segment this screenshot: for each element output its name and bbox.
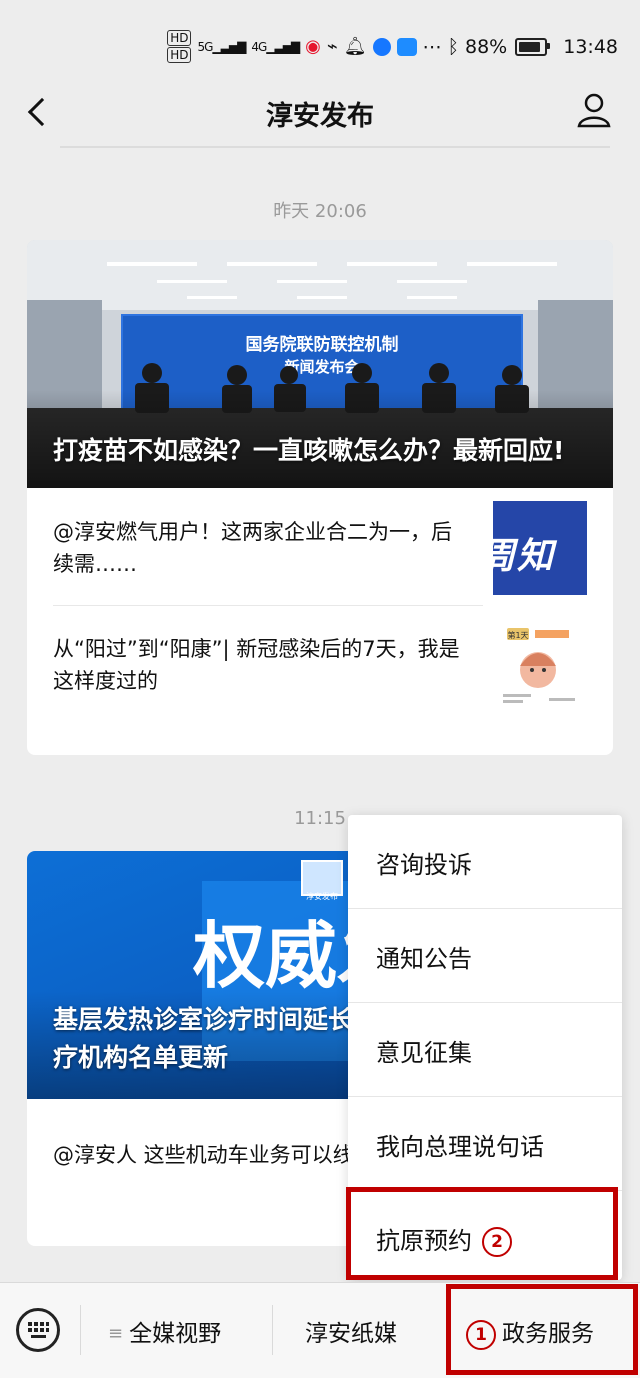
- status-bar: HD HD 5G▁▃▅▇ 4G▁▃▅▇ ◉ ⌁ 🔔︎ ⋯ ᛒ 88% 13:48: [0, 0, 640, 80]
- app-circle-icon: [372, 37, 391, 56]
- battery-percent: 88%: [465, 35, 508, 58]
- divider: [60, 146, 610, 148]
- highlight-box: [446, 1284, 638, 1375]
- banner-line1: 国务院联防联控机制: [246, 334, 399, 355]
- item-title: 从“阳过”到“阳康”| 新冠感染后的7天，我是这样度过的: [53, 637, 460, 693]
- divider: [80, 1305, 81, 1355]
- item-thumbnail: 周知: [493, 501, 587, 595]
- item-title: @淳安燃气用户！这两家企业合二为一，后续需……: [53, 520, 452, 576]
- nav-bar: 淳安发布: [0, 80, 640, 144]
- tab-all-media[interactable]: ≡ 全媒视野: [108, 1314, 221, 1348]
- weibo-icon: ◉: [305, 36, 321, 57]
- menu-item-message-premier[interactable]: 我向总理说句话: [348, 1097, 622, 1191]
- keyboard-icon[interactable]: [16, 1308, 60, 1352]
- list-item[interactable]: 从“阳过”到“阳康”| 新冠感染后的7天，我是这样度过的 第1天: [27, 605, 613, 722]
- more-icon: ⋯: [422, 35, 442, 58]
- link-icon: ⌁: [326, 36, 338, 57]
- divider: [53, 605, 483, 606]
- divider: [272, 1305, 273, 1355]
- hd-indicator: HD: [167, 30, 192, 46]
- highlight-box: [346, 1187, 618, 1280]
- app-square-icon: [396, 37, 417, 56]
- page-title: 淳安发布: [266, 101, 374, 132]
- battery-icon: [515, 37, 551, 56]
- menu-item-opinion-collection[interactable]: 意见征集: [348, 1003, 622, 1097]
- bell-icon: 🔔︎: [343, 36, 367, 57]
- menu-item-consult-complaint[interactable]: 咨询投诉: [348, 815, 622, 909]
- bluetooth-icon: ᛒ: [447, 35, 459, 58]
- item-thumbnail: 第1天: [493, 618, 587, 712]
- menu-lines-icon: ≡: [108, 1323, 124, 1344]
- hero-article[interactable]: 国务院联防联控机制 新闻发布会 打疫苗不如感染？一直咳嗽怎么办？最新回应!: [27, 240, 613, 488]
- profile-icon[interactable]: [574, 90, 614, 130]
- tab-print-media[interactable]: 淳安纸媒: [305, 1314, 397, 1348]
- message-timestamp: 昨天 20:06: [273, 201, 367, 222]
- list-item[interactable]: @淳安燃气用户！这两家企业合二为一，后续需…… 周知: [27, 488, 613, 605]
- article-card: 国务院联防联控机制 新闻发布会 打疫苗不如感染？一直咳嗽怎么办？最新回应! @淳…: [27, 240, 613, 755]
- signal-4g-icon: 4G▁▃▅▇: [251, 39, 300, 54]
- menu-item-notices[interactable]: 通知公告: [348, 909, 622, 1003]
- hd-indicator: HD: [167, 47, 192, 63]
- svg-text:第1天: 第1天: [507, 630, 528, 640]
- svg-text:淳安发布: 淳安发布: [306, 891, 338, 901]
- signal-5g-icon: 5G▁▃▅▇: [197, 39, 246, 54]
- clock: 13:48: [563, 35, 618, 58]
- hero-title: 打疫苗不如感染？一直咳嗽怎么办？最新回应!: [53, 436, 565, 465]
